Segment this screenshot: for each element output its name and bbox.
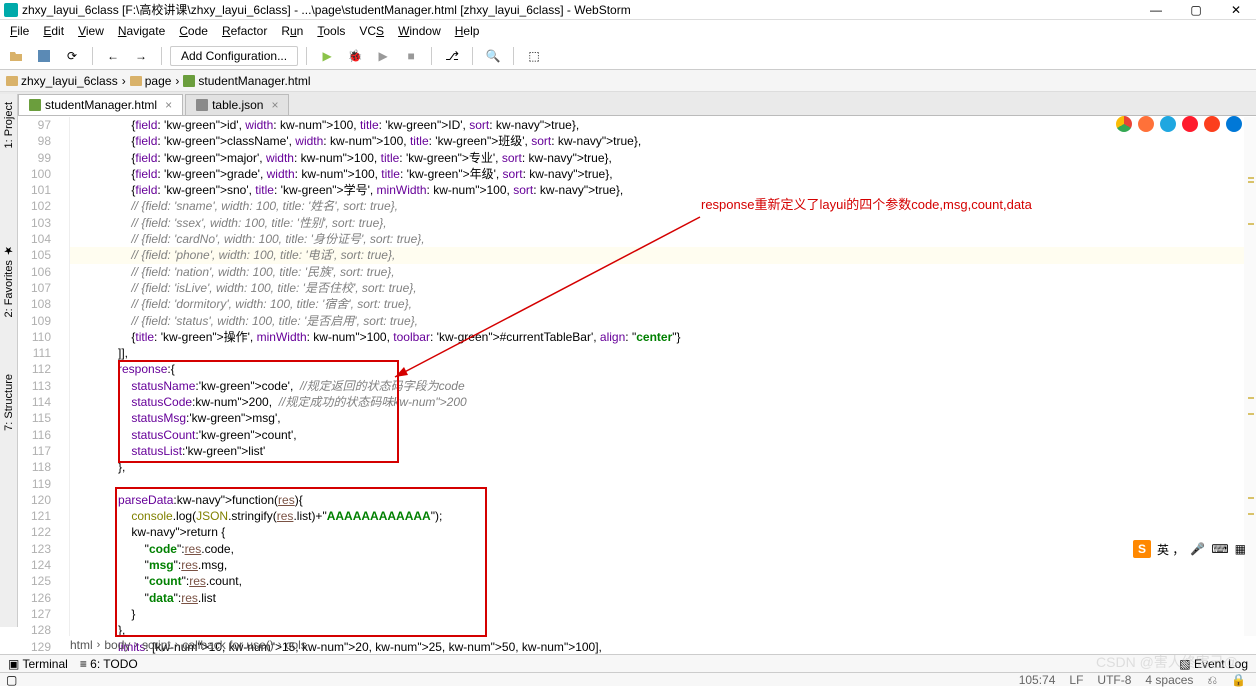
crumb[interactable]: script [142,638,171,652]
save-icon[interactable] [32,45,56,67]
window-title: zhxy_layui_6class [F:\高校讲课\zhxy_layui_6c… [22,1,631,18]
add-configuration-button[interactable]: Add Configuration... [170,46,298,66]
ime-grid-icon[interactable]: ▦ [1235,542,1246,556]
status-bar: ▣ Terminal ≡ 6: TODO ▧ Event Log [0,654,1256,672]
close-icon[interactable]: × [165,98,172,112]
crumb[interactable]: callback for use() [182,638,273,652]
menu-tools[interactable]: Tools [311,22,351,40]
menu-edit[interactable]: Edit [37,22,70,40]
tool-todo[interactable]: ≡ 6: TODO [80,657,138,671]
ime-mic-icon[interactable]: 🎤 [1190,542,1205,556]
menu-refactor[interactable]: Refactor [216,22,273,40]
nav-folder[interactable]: page [130,74,172,88]
toolbar: ⟳ ← → Add Configuration... ▶ 🐞 ▶ ■ ⎇ 🔍 ⬚ [0,42,1256,70]
edge-icon[interactable] [1226,116,1242,132]
menu-bar: File Edit View Navigate Code Refactor Ru… [0,20,1256,42]
chevron-right-icon: › [175,74,179,88]
crumb[interactable]: html [70,638,93,652]
crumb[interactable]: body [104,638,130,652]
safari-icon[interactable] [1160,116,1176,132]
watermark: CSDN @害人终害己@ [1096,652,1238,672]
menu-vcs[interactable]: VCS [353,22,390,40]
menu-navigate[interactable]: Navigate [112,22,171,40]
git-icon[interactable]: ⎇ [440,45,464,67]
menu-file[interactable]: File [4,22,35,40]
app-icon [4,3,18,17]
crumb[interactable]: cols [285,638,306,652]
debug-icon[interactable]: 🐞 [343,45,367,67]
refresh-icon[interactable]: ⟳ [60,45,84,67]
close-icon[interactable]: × [271,98,278,112]
back-icon[interactable]: ← [101,45,125,67]
close-button[interactable]: ✕ [1216,0,1256,20]
editor-tabs: studentManager.html × table.json × [0,92,1256,116]
browser-launchers [1116,116,1242,132]
tool-project[interactable]: 1: Project [1,94,17,156]
firefox-icon[interactable] [1138,116,1154,132]
html-icon [183,75,195,87]
menu-window[interactable]: Window [392,22,447,40]
code-breadcrumb: html › body › script › callback for use(… [18,636,307,654]
minimize-button[interactable]: — [1136,0,1176,20]
yandex-icon[interactable] [1204,116,1220,132]
html-icon [29,99,41,111]
search-icon[interactable]: 🔍 [481,45,505,67]
ime-keyboard-icon[interactable]: ⌨ [1211,542,1228,556]
tab-tablejson[interactable]: table.json × [185,94,289,115]
chevron-right-icon: › [122,74,126,88]
code-area[interactable]: {field: 'kw-green">id', width: kw-num">1… [70,117,1256,636]
tool-terminal[interactable]: ▣ Terminal [8,657,68,671]
tab-studentmanager[interactable]: studentManager.html × [18,94,183,115]
nav-breadcrumb: zhxy_layui_6class › page › studentManage… [0,70,1256,92]
title-bar: zhxy_layui_6class [F:\高校讲课\zhxy_layui_6c… [0,0,1256,20]
maximize-button[interactable]: ▢ [1176,0,1216,20]
open-icon[interactable] [4,45,28,67]
run-icon[interactable]: ▶ [315,45,339,67]
json-icon [196,99,208,111]
ime-widgets: S 英 ， 🎤 ⌨ ▦ [1133,540,1246,558]
structure-icon[interactable]: ⬚ [522,45,546,67]
menu-run[interactable]: Run [275,22,309,40]
tab-label: studentManager.html [45,98,157,112]
editor[interactable]: 9798991001011021031041051061071081091101… [18,117,1256,636]
coverage-icon[interactable]: ▶ [371,45,395,67]
folder-icon [6,76,18,86]
tool-structure[interactable]: 7: Structure [1,366,17,439]
tab-label: table.json [212,98,263,112]
forward-icon[interactable]: → [129,45,153,67]
bottom-status: ▢ 105:74 LF UTF-8 4 spaces ⎌ 🔒 [0,672,1256,686]
line-gutter: 9798991001011021031041051061071081091101… [18,117,70,636]
ime-lang[interactable]: 英 ， [1157,541,1184,558]
opera-icon[interactable] [1182,116,1198,132]
menu-help[interactable]: Help [449,22,486,40]
right-error-stripe[interactable] [1244,117,1256,636]
nav-file[interactable]: studentManager.html [183,74,310,88]
menu-view[interactable]: View [72,22,110,40]
chrome-icon[interactable] [1116,116,1132,132]
annotation-text: response重新定义了layui的四个参数code,msg,count,da… [701,194,1032,213]
sogou-icon[interactable]: S [1133,540,1151,558]
left-tool-tabs: 1: Project 2: Favorites ★ 7: Structure [0,94,18,627]
menu-code[interactable]: Code [173,22,214,40]
tool-favorites[interactable]: 2: Favorites ★ [0,236,17,326]
nav-project[interactable]: zhxy_layui_6class [6,74,118,88]
folder-icon [130,76,142,86]
stop-icon[interactable]: ■ [399,45,423,67]
